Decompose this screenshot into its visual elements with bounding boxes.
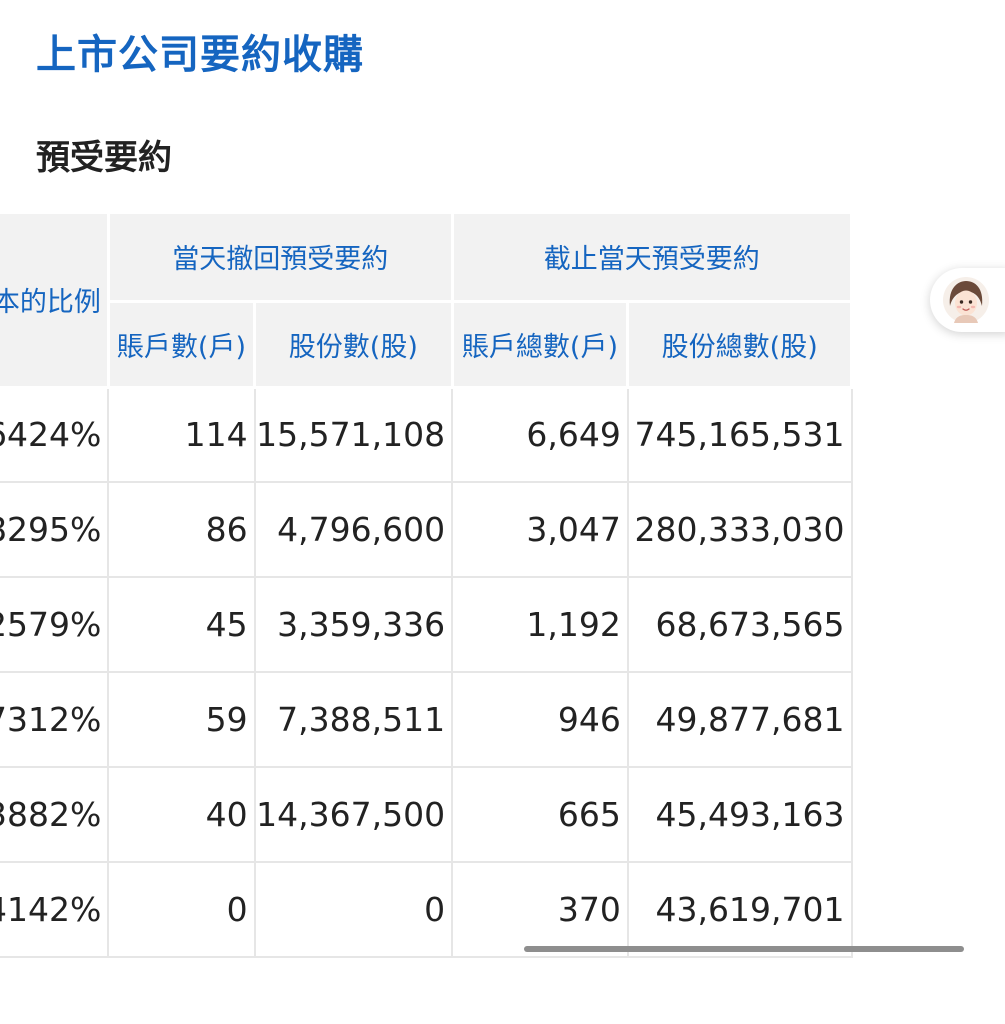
table-row: 0.23882% 40 14,367,500 665 45,493,163 [0,767,853,863]
withdrawn-shares-cell: 14,367,500 [253,767,453,863]
withdrawn-shares-cell: 0 [253,862,453,958]
total-accounts-cell: 946 [451,672,628,768]
header-withdrawn-accounts: 賬戶數(戶) [106,301,257,389]
total-accounts-cell: 3,047 [451,482,628,578]
withdrawn-accounts-cell: 45 [107,577,255,673]
ratio-cell: 0.23882% [0,767,109,863]
table-row: 0.06424% 114 15,571,108 6,649 745,165,53… [0,387,853,483]
withdrawn-shares-cell: 3,359,336 [253,577,453,673]
table-row: 0.17312% 59 7,388,511 946 49,877,681 [0,672,853,768]
assistant-avatar-button[interactable] [930,268,1005,332]
total-accounts-cell: 665 [451,767,628,863]
withdrawn-shares-cell: 7,388,511 [253,672,453,768]
withdrawn-shares-cell: 15,571,108 [253,387,453,483]
total-shares-cell: 280,333,030 [626,482,853,578]
assistant-avatar-icon [943,277,989,323]
withdrawn-accounts-cell: 86 [107,482,255,578]
ratio-cell: 0.18295% [0,482,109,578]
header-share-capital-ratio: 股本的比例 [0,214,110,389]
withdrawn-accounts-cell: 114 [107,387,255,483]
withdrawn-accounts-cell: 40 [107,767,255,863]
total-shares-cell: 745,165,531 [626,387,853,483]
withdrawn-accounts-cell: 0 [107,862,255,958]
table-row: 0.32579% 45 3,359,336 1,192 68,673,565 [0,577,853,673]
horizontal-scrollbar-thumb[interactable] [524,946,964,952]
table-row: 0.64142% 0 0 370 43,619,701 [0,862,853,958]
header-total-shares: 股份總數(股) [626,301,853,389]
page-title: 上市公司要約收購 [36,32,364,78]
ratio-cell: 0.32579% [0,577,109,673]
total-shares-cell: 49,877,681 [626,672,853,768]
ratio-cell: 0.17312% [0,672,109,768]
offer-acceptance-table: 股本的比例 當天撤回預受要約 截止當天預受要約 賬戶數(戶) 股份數(股) 賬戶… [0,214,854,958]
header-total-accounts: 賬戶總數(戶) [450,301,630,389]
total-shares-cell: 68,673,565 [626,577,853,673]
total-accounts-cell: 1,192 [451,577,628,673]
section-title: 預受要約 [36,138,172,178]
total-shares-cell: 45,493,163 [626,767,853,863]
header-withdrawn-today: 當天撤回預受要約 [106,214,454,303]
withdrawn-accounts-cell: 59 [107,672,255,768]
header-cumulative-accepted: 截止當天預受要約 [450,214,854,303]
header-withdrawn-shares: 股份數(股) [253,301,454,389]
total-shares-cell: 43,619,701 [626,862,853,958]
ratio-cell: 0.64142% [0,862,109,958]
ratio-cell: 0.06424% [0,387,109,483]
withdrawn-shares-cell: 4,796,600 [253,482,453,578]
total-accounts-cell: 6,649 [451,387,628,483]
offer-table-scroll-container[interactable]: 股本的比例 當天撤回預受要約 截止當天預受要約 賬戶數(戶) 股份數(股) 賬戶… [0,214,1005,974]
table-row: 0.18295% 86 4,796,600 3,047 280,333,030 [0,482,853,578]
total-accounts-cell: 370 [451,862,628,958]
